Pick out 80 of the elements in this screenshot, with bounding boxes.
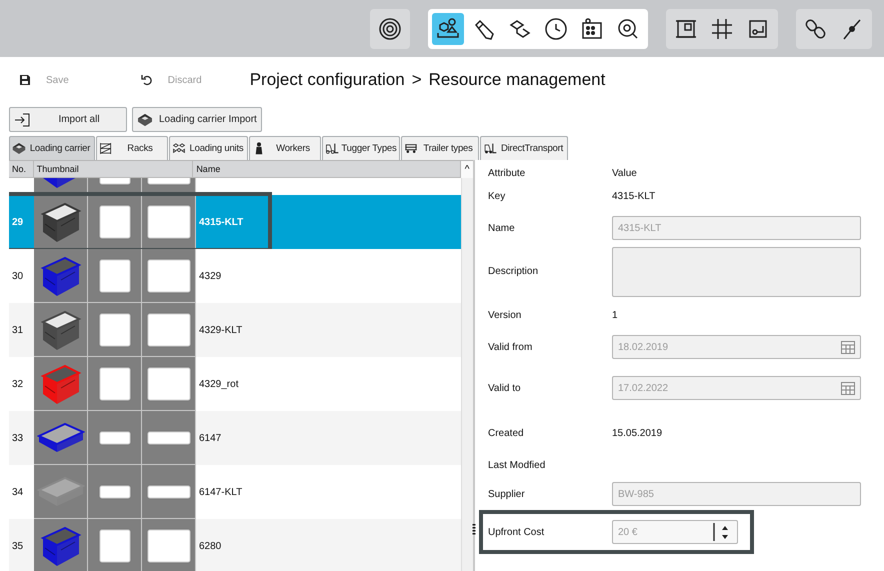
grid-icon: [710, 16, 734, 40]
scrollbar[interactable]: [461, 178, 473, 571]
table-cell: 4315-KLT: [199, 216, 244, 228]
toolbar-button[interactable]: [432, 12, 464, 44]
table-cell: 31: [12, 324, 24, 336]
table-cell: 6147: [199, 432, 222, 444]
table-cell: 6280: [199, 540, 222, 552]
attribute-label: Key: [488, 190, 506, 202]
view-drawing: [146, 430, 190, 444]
box-icon: [137, 112, 153, 126]
view-drawing: [146, 528, 190, 562]
save-icon: [19, 74, 31, 86]
breadcrumb-link[interactable]: Project configuration: [250, 70, 405, 90]
tab[interactable]: Workers: [249, 136, 321, 160]
column-header: No.: [9, 161, 34, 178]
attribute-label: Name: [488, 222, 516, 234]
tab[interactable]: Racks: [96, 136, 168, 160]
tab[interactable]: Loading carrier: [9, 136, 95, 160]
tab[interactable]: DirectTransport: [480, 136, 568, 160]
tab[interactable]: Trailer types: [401, 136, 479, 160]
view-drawing: [98, 312, 130, 346]
rack-icon: [99, 142, 113, 155]
import-button[interactable]: Loading carrier Import: [132, 107, 262, 132]
view-drawing: [98, 366, 130, 400]
target-icon: [378, 16, 402, 40]
view-drawing: [98, 430, 130, 444]
clock-icon: [544, 16, 568, 40]
box-icon: [12, 142, 26, 155]
attribute-value: 4315-KLT: [612, 190, 656, 202]
forklift-icon: [483, 142, 497, 155]
attribute-label: Created: [488, 428, 525, 438]
attribute-label: Valid from: [488, 342, 534, 352]
view-drawing: [146, 484, 190, 498]
table-cell: 6147-KLT: [199, 486, 242, 498]
calendar-icon: [841, 340, 855, 354]
attribute-label: Upfront Cost: [488, 526, 546, 538]
column-header: Attribute: [488, 168, 526, 178]
column-header: Value: [612, 168, 637, 178]
tab[interactable]: Loading units: [169, 136, 248, 160]
tab[interactable]: Tugger Types: [322, 136, 400, 160]
breadcrumb-separator: >: [412, 70, 422, 90]
calendar-icon: [841, 382, 855, 394]
table-cell: 35: [12, 540, 24, 552]
column-header: Thumbnail: [34, 161, 194, 178]
import-icon: [14, 112, 30, 126]
view-drawing: [146, 258, 190, 292]
scroll-up-button[interactable]: ^: [461, 161, 473, 178]
table-cell: 34: [12, 486, 24, 498]
page-title: Resource management: [428, 70, 606, 90]
view-drawing: [146, 312, 190, 346]
view-drawing: [98, 204, 130, 238]
attribute-label: Valid to: [488, 382, 522, 394]
column-header: Name: [193, 161, 462, 178]
link-icon: [804, 16, 828, 40]
attribute-label: Supplier: [488, 488, 526, 500]
import-button[interactable]: Import all: [9, 107, 127, 132]
attribute-label: Last Modfied: [488, 460, 546, 471]
view-drawing: [98, 528, 130, 562]
table-row[interactable]: 31 4329-KLT: [9, 303, 462, 357]
table-cell: 33: [12, 432, 24, 444]
view-drawing: [98, 258, 130, 292]
view-drawing: [98, 484, 130, 498]
table-cell: 30: [12, 270, 24, 282]
attribute-label: Version: [488, 310, 522, 320]
trailer-icon: [404, 142, 418, 155]
grid-dots-icon: [580, 16, 604, 40]
table-row[interactable]: 35 6280: [9, 519, 462, 571]
view-drawing: [146, 366, 190, 400]
table-cell: 32: [12, 378, 24, 390]
attribute-value: 15.05.2019: [612, 428, 662, 438]
attribute-value: 1: [612, 310, 618, 320]
table-cell: 4329_rot: [199, 378, 238, 390]
table-cell: 4329: [199, 270, 222, 282]
table-cell: 29: [12, 216, 24, 228]
table-row[interactable]: 33 6147: [9, 411, 462, 465]
attribute-label: Description: [488, 266, 540, 277]
forklift-icon: [325, 142, 339, 155]
view-drawing: [146, 204, 190, 238]
table-cell: 4329-KLT: [199, 324, 242, 336]
undo-icon: [140, 74, 153, 86]
